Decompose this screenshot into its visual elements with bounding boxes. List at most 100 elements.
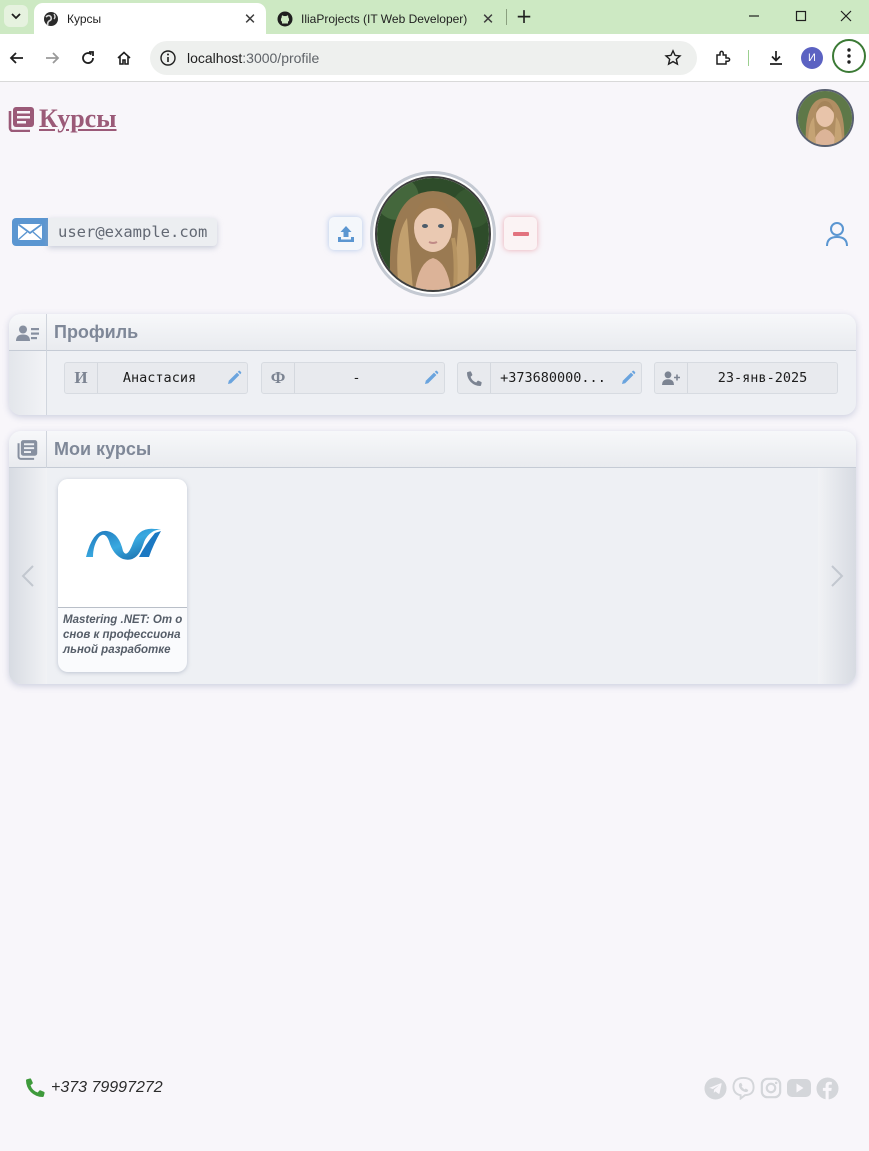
info-icon[interactable] — [159, 49, 177, 67]
tab-search-button[interactable] — [4, 5, 28, 27]
email-display: user@example.com — [12, 216, 218, 248]
upload-icon — [337, 225, 354, 242]
book-stack-icon — [17, 440, 38, 460]
browser-toolbar: localhost:3000/profile И — [0, 34, 869, 82]
download-icon — [770, 51, 782, 65]
maximize-icon — [795, 10, 807, 22]
edit-last-name-button[interactable] — [418, 363, 444, 393]
dotnet-logo-icon — [85, 528, 161, 560]
id-card-icon — [15, 325, 39, 341]
profile-card-header: Профиль — [9, 314, 856, 351]
email-icon-box — [12, 218, 48, 246]
tab-courses[interactable]: Курсы ✕ — [34, 3, 266, 34]
facebook-link[interactable] — [815, 1076, 839, 1100]
reload-button[interactable] — [74, 44, 102, 72]
telegram-link[interactable] — [703, 1076, 727, 1100]
avatar-photo — [377, 178, 489, 290]
close-icon — [840, 10, 852, 22]
footer-phone[interactable]: +373 79997272 — [26, 1078, 163, 1097]
telegram-icon — [703, 1076, 727, 1100]
home-icon — [117, 51, 131, 65]
chevron-left-icon — [21, 565, 34, 587]
youtube-icon — [787, 1079, 811, 1097]
edit-phone-button[interactable] — [615, 363, 641, 393]
pencil-icon — [425, 370, 439, 384]
course-title: Mastering .NET: От основ к профессиональ… — [63, 614, 183, 656]
phone-icon — [466, 370, 482, 386]
header-avatar[interactable] — [796, 89, 854, 147]
reload-icon — [82, 51, 94, 64]
close-icon[interactable]: ✕ — [478, 9, 498, 29]
minus-icon — [512, 231, 529, 236]
arrow-right-icon — [46, 52, 60, 64]
profile-initial: И — [801, 47, 823, 69]
viber-link[interactable] — [731, 1076, 755, 1100]
instagram-link[interactable] — [759, 1076, 783, 1100]
back-button[interactable] — [3, 44, 31, 72]
phone-lead — [458, 363, 491, 393]
browser-menu-button[interactable] — [832, 39, 866, 73]
maximize-button[interactable] — [778, 0, 824, 32]
youtube-link[interactable] — [787, 1076, 811, 1100]
phone-field: +373680000... — [457, 362, 642, 394]
courses-card-icon-cell — [9, 431, 47, 468]
envelope-icon — [17, 223, 43, 241]
remove-avatar-button[interactable] — [504, 217, 537, 250]
carousel-next-button[interactable] — [818, 468, 856, 684]
home-button[interactable] — [110, 44, 138, 72]
user-icon[interactable] — [825, 221, 849, 247]
phone-value: +373680000... — [500, 370, 606, 386]
toolbar-divider — [748, 50, 749, 66]
upload-avatar-button[interactable] — [329, 217, 362, 250]
chevron-right-icon — [831, 565, 844, 587]
minimize-button[interactable] — [731, 0, 777, 32]
footer-phone-number: +373 79997272 — [51, 1078, 163, 1096]
minimize-icon — [749, 15, 759, 17]
course-thumbnail — [58, 479, 187, 608]
edit-first-name-button[interactable] — [221, 363, 247, 393]
carousel-prev-button[interactable] — [9, 468, 47, 684]
book-stack-icon — [8, 107, 34, 132]
forward-button[interactable] — [38, 44, 66, 72]
extensions-button[interactable] — [709, 44, 737, 72]
email-value: user@example.com — [48, 218, 218, 246]
globe-favicon-icon — [44, 11, 58, 26]
tab-iliaprojects[interactable]: IliaProjects (IT Web Developer) ✕ — [268, 3, 504, 34]
registration-date-value: 23-янв-2025 — [717, 370, 808, 386]
star-icon[interactable] — [664, 49, 682, 67]
tab-separator — [506, 9, 507, 25]
tab-title: Курсы — [67, 11, 102, 26]
more-vertical-icon — [847, 48, 851, 64]
avatar-photo — [798, 91, 852, 145]
registration-date-lead — [655, 363, 688, 393]
user-plus-icon — [662, 371, 680, 385]
address-bar[interactable]: localhost:3000/profile — [150, 41, 697, 75]
first-name-field: И Анастасия — [64, 362, 248, 394]
phone-icon — [26, 1078, 45, 1097]
last-name-lead: Ф — [262, 363, 295, 393]
profile-card-icon-cell — [9, 314, 47, 351]
github-icon — [277, 11, 293, 26]
courses-card-header: Мои курсы — [9, 431, 856, 468]
pencil-icon — [228, 370, 242, 384]
browser-tab-bar: Курсы ✕ IliaProjects (IT Web Developer) … — [0, 0, 869, 34]
last-name-value: - — [352, 370, 361, 386]
viber-icon — [731, 1076, 755, 1100]
brand-link[interactable]: Курсы — [8, 104, 117, 134]
last-name-field: Ф - — [261, 362, 445, 394]
profile-card: Профиль И Анастасия Ф - +373680000... 23… — [9, 314, 856, 415]
profile-button[interactable]: И — [798, 44, 826, 72]
facebook-icon — [815, 1076, 839, 1100]
puzzle-icon — [716, 50, 731, 65]
url-text: localhost:3000/profile — [187, 50, 319, 66]
profile-avatar — [370, 171, 496, 297]
downloads-button[interactable] — [762, 44, 790, 72]
instagram-icon — [760, 1077, 782, 1099]
profile-card-gutter — [9, 351, 47, 415]
close-icon[interactable]: ✕ — [240, 9, 260, 29]
new-tab-button[interactable]: + — [512, 4, 536, 28]
courses-card: Мои курсы Mastering .NET: От основ к про… — [9, 431, 856, 684]
first-name-lead: И — [65, 363, 98, 393]
close-window-button[interactable] — [823, 0, 869, 32]
course-card[interactable]: Mastering .NET: От основ к профессиональ… — [58, 479, 187, 672]
